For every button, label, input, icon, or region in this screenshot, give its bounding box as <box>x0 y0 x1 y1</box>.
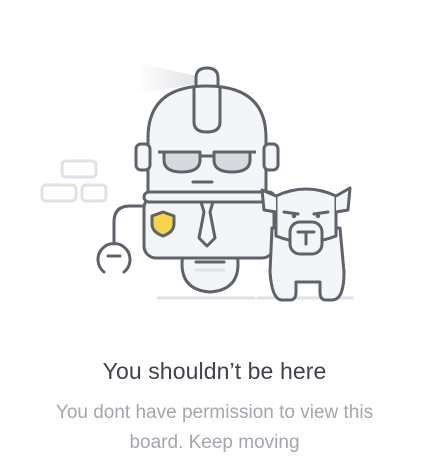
permission-message: You dont have permission to view this bo… <box>55 402 374 453</box>
police-badge-icon <box>150 210 176 238</box>
robot-ear-left <box>134 142 152 172</box>
robot-arm <box>112 204 148 246</box>
page-title: You shouldn’t be here <box>102 358 327 384</box>
robot-ear-right <box>262 142 280 172</box>
robot-head <box>146 84 268 195</box>
bulldog-icon <box>260 186 352 302</box>
robot-guard-with-dog-icon <box>40 62 354 302</box>
robot-claw <box>96 242 132 274</box>
brick-wall-decor <box>40 159 108 203</box>
